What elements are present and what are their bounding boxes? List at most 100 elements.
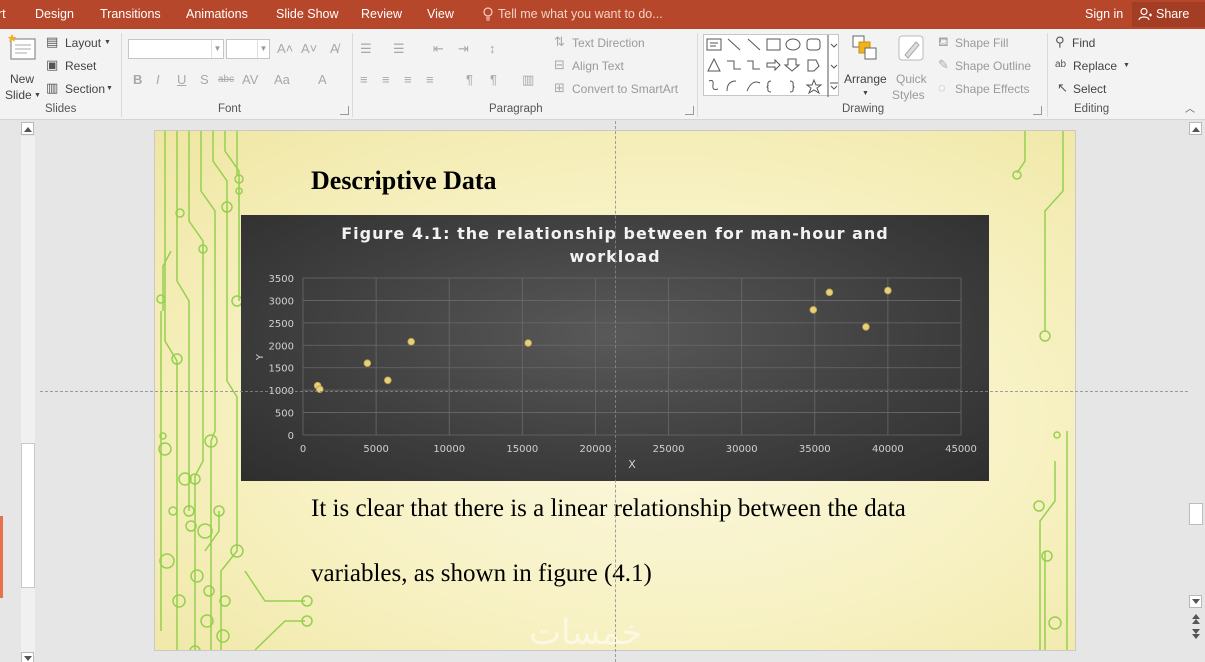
previous-slide-icon[interactable] (1191, 613, 1201, 625)
quick-styles-label-1: Quick (896, 72, 927, 86)
chevron-down-icon: ▼ (1123, 62, 1130, 69)
body-text-line-2[interactable]: variables, as shown in figure (4.1) (311, 560, 652, 588)
editor-scrollbar[interactable] (1188, 121, 1205, 662)
sign-in-link[interactable]: Sign in (1085, 0, 1123, 29)
data-point (524, 339, 532, 347)
font-size-combo[interactable]: ▼ (226, 39, 270, 59)
quick-styles-button[interactable]: Quick Styles (892, 33, 932, 102)
tab-slide-show[interactable]: Slide Show (276, 0, 339, 29)
body-text-line-1[interactable]: It is clear that there is a linear relat… (311, 495, 906, 523)
text-direction-ltr-icon[interactable]: ¶ (466, 72, 473, 88)
font-color-icon[interactable]: A (318, 72, 327, 88)
tab-insert[interactable]: rt (0, 0, 6, 29)
layout-icon: ▤ (46, 34, 59, 49)
increase-indent-icon[interactable]: ⇥ (458, 41, 469, 57)
y-tick-label: 2000 (269, 341, 294, 352)
chevron-down-icon: ▼ (34, 92, 41, 99)
horizontal-guide[interactable] (40, 391, 1188, 392)
reset-button[interactable]: Reset (65, 58, 96, 74)
lightbulb-icon (483, 7, 493, 21)
scroll-up-icon (24, 127, 32, 132)
group-separator (352, 33, 353, 117)
numbering-icon[interactable]: ☰ (393, 41, 405, 57)
align-right-icon[interactable]: ≡ (404, 72, 412, 88)
editor-scroll-down-button[interactable] (1189, 595, 1202, 608)
arrange-icon (852, 35, 877, 60)
data-point (825, 288, 834, 297)
tab-transitions[interactable]: Transitions (100, 0, 161, 29)
layout-button[interactable]: Layout (65, 35, 101, 51)
font-name-combo[interactable]: ▼ (128, 39, 224, 59)
section-button[interactable]: Section (65, 81, 105, 97)
share-button[interactable]: Share (1132, 2, 1205, 27)
y-axis-label: Y (255, 353, 266, 361)
columns-icon[interactable]: ▥ (522, 72, 534, 88)
align-center-icon[interactable]: ≡ (382, 72, 390, 88)
justify-icon[interactable]: ≡ (426, 72, 434, 88)
text-direction-button[interactable]: Text Direction (572, 35, 645, 51)
tab-review[interactable]: Review (361, 0, 402, 29)
clear-formatting-icon[interactable]: A̸ (330, 41, 339, 57)
italic-icon[interactable]: I (156, 72, 160, 88)
align-text-button[interactable]: Align Text (572, 58, 624, 74)
shape-effects-button[interactable]: Shape Effects (955, 81, 1030, 97)
tab-design[interactable]: Design (35, 0, 74, 29)
bullets-icon[interactable]: ☰ (360, 41, 372, 57)
change-case-icon[interactable]: Aa (274, 72, 290, 88)
quick-styles-label-2: Styles (892, 88, 925, 102)
text-direction-rtl-icon[interactable]: ¶ (490, 72, 497, 88)
increase-font-size-icon[interactable]: A˄ (277, 41, 293, 57)
line-spacing-icon[interactable]: ↕ (489, 41, 496, 57)
slides-pane-scrollbar-thumb[interactable] (21, 443, 35, 588)
underline-icon[interactable]: U (177, 72, 186, 88)
x-tick-label: 15000 (506, 444, 538, 455)
strikethrough-icon[interactable]: abc (218, 72, 234, 88)
chevron-down-icon: ▼ (211, 40, 223, 58)
shape-outline-button[interactable]: Shape Outline (955, 58, 1031, 74)
bold-icon[interactable]: B (133, 72, 142, 88)
collapse-ribbon-icon[interactable]: ︿ (1185, 102, 1195, 118)
x-tick-label: 40000 (872, 444, 904, 455)
align-left-icon[interactable]: ≡ (360, 72, 368, 88)
slides-pane-scroll-up-button[interactable] (21, 122, 34, 135)
group-separator (1047, 33, 1048, 117)
watermark-logo: خمسات (529, 614, 643, 650)
chevron-down-icon: ▼ (257, 40, 269, 58)
shapes-gallery[interactable] (703, 34, 839, 97)
editor-scroll-up-button[interactable] (1189, 122, 1202, 135)
convert-smartart-button[interactable]: Convert to SmartArt (572, 81, 678, 97)
editor-scrollbar-thumb[interactable] (1189, 503, 1203, 525)
drawing-dialog-launcher-icon[interactable] (1033, 106, 1042, 115)
arrange-button[interactable]: Arrange ▼ (844, 33, 888, 99)
font-dialog-launcher-icon[interactable] (340, 106, 349, 115)
find-button[interactable]: Find (1072, 35, 1095, 51)
next-slide-icon[interactable] (1191, 628, 1201, 640)
new-slide-button[interactable]: New Slide ▼ (4, 33, 41, 102)
shape-fill-button[interactable]: Shape Fill (955, 35, 1008, 51)
ribbon: New Slide ▼ ▤ Layout ▼ ▣ Reset ▥ Section… (0, 29, 1205, 120)
data-point (884, 286, 892, 295)
decrease-font-size-icon[interactable]: A˅ (301, 41, 317, 57)
y-tick-label: 500 (275, 409, 294, 420)
text-direction-icon: ⇅ (554, 34, 565, 49)
replace-button[interactable]: Replace (1073, 58, 1117, 74)
slides-pane-scroll-down-button[interactable] (21, 652, 34, 662)
y-tick-label: 2500 (269, 319, 294, 330)
tell-me-box[interactable]: Tell me what you want to do... (482, 0, 663, 29)
x-tick-label: 45000 (945, 444, 977, 455)
tab-animations[interactable]: Animations (186, 0, 248, 29)
character-spacing-icon[interactable]: AV (242, 72, 258, 88)
new-slide-label-1: New (10, 72, 35, 86)
scroll-down-icon (1192, 599, 1200, 604)
text-shadow-icon[interactable]: S (200, 72, 209, 88)
decrease-indent-icon[interactable]: ⇤ (433, 41, 444, 57)
align-text-icon: ⊟ (554, 57, 565, 72)
paragraph-dialog-launcher-icon[interactable] (685, 106, 694, 115)
shapes-gallery-icons (706, 35, 838, 97)
font-group-label: Font (218, 103, 242, 115)
drawing-group-label: Drawing (842, 103, 885, 115)
tab-view[interactable]: View (427, 0, 454, 29)
select-button[interactable]: Select (1073, 81, 1106, 97)
slide-title[interactable]: Descriptive Data (311, 166, 497, 196)
selected-slide-indicator (0, 516, 3, 598)
